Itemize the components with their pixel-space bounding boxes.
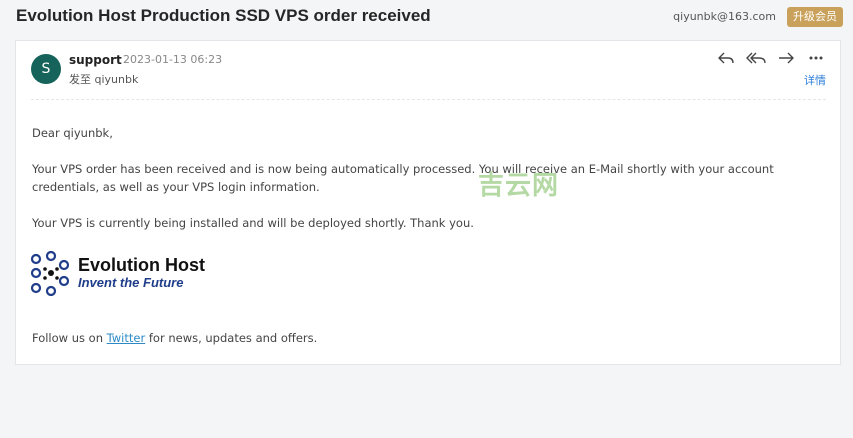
evolution-host-logo: Evolution Host Invent the Future [30, 251, 220, 296]
logo-tagline: Invent the Future [78, 275, 184, 290]
forward-icon[interactable] [776, 48, 796, 68]
details-link[interactable]: 详情 [804, 72, 826, 88]
reply-all-icon[interactable] [746, 48, 766, 68]
email-paragraph-install: Your VPS is currently being installed an… [32, 216, 474, 230]
logo-title: Evolution Host [78, 255, 205, 275]
email-card: S support 2023-01-13 06:23 发至 qiyunbk 详情… [15, 40, 841, 365]
message-header-bar: Evolution Host Production SSD VPS order … [0, 0, 853, 36]
sender-name[interactable]: support [69, 53, 122, 67]
twitter-link[interactable]: Twitter [107, 331, 146, 345]
email-date: 2023-01-13 06:23 [123, 53, 223, 66]
follow-line: Follow us on Twitter for news, updates a… [32, 329, 832, 347]
upgrade-vip-button[interactable]: 升级会员 [787, 7, 843, 27]
recipient-line: 发至 qiyunbk [69, 73, 139, 86]
logo-mark-icon [30, 251, 70, 296]
header-divider [31, 99, 826, 100]
avatar[interactable]: S [31, 54, 61, 84]
email-paragraph-order: Your VPS order has been received and is … [32, 162, 774, 194]
account-email[interactable]: qiyunbk@163.com [673, 10, 776, 23]
follow-suffix: for news, updates and offers. [145, 331, 318, 345]
message-actions [716, 48, 826, 68]
email-subject: Evolution Host Production SSD VPS order … [16, 6, 431, 25]
follow-prefix: Follow us on [32, 331, 107, 345]
email-greeting: Dear qiyunbk, [32, 126, 113, 140]
reply-icon[interactable] [716, 48, 736, 68]
more-icon[interactable] [806, 48, 826, 68]
